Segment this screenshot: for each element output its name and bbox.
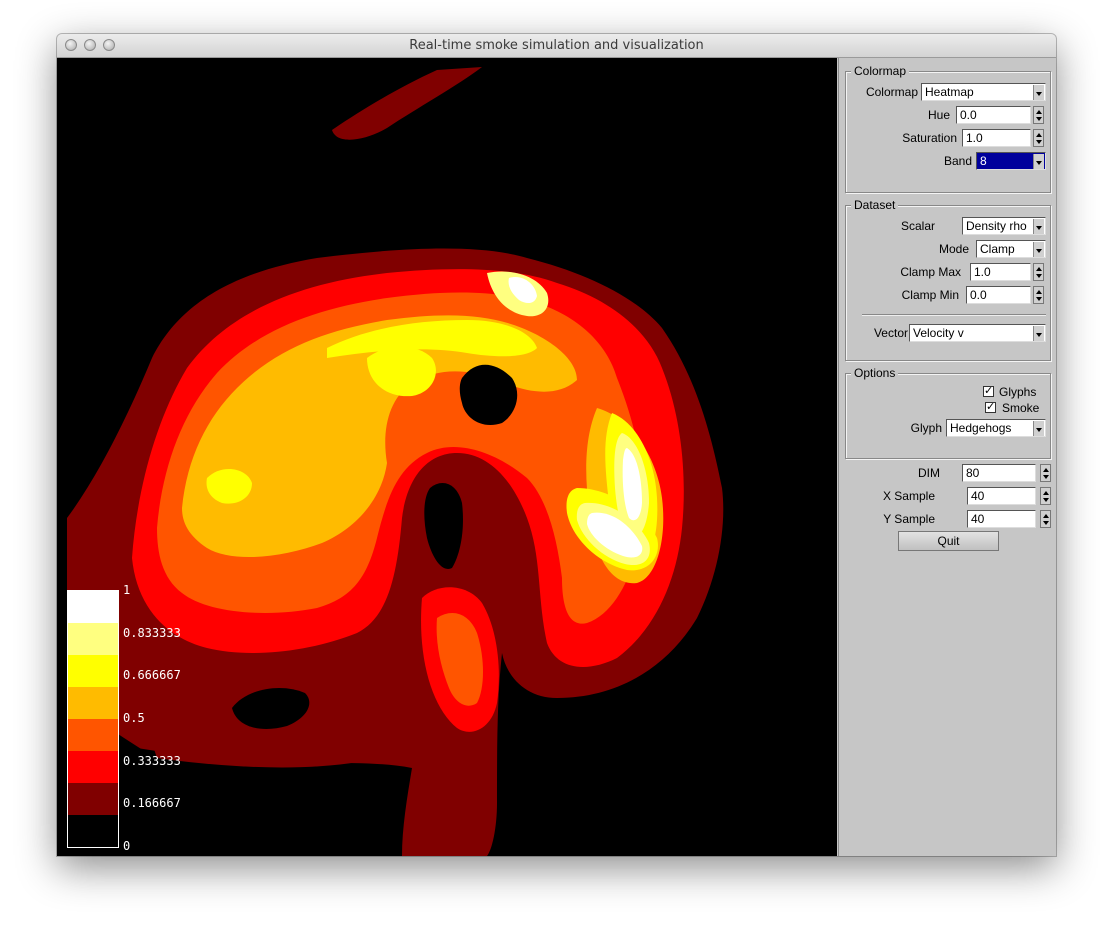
band-label: Band	[943, 154, 972, 168]
control-panel: Colormap Colormap Heatmap Hue 0.0 Satura…	[838, 58, 1056, 856]
mode-select[interactable]: Clamp	[976, 240, 1046, 258]
up-arrow-icon	[1043, 468, 1049, 472]
saturation-label: Saturation	[902, 131, 957, 145]
clamp-min-field[interactable]: 0.0	[966, 286, 1031, 304]
checkmark-icon: ✓	[986, 401, 996, 413]
mode-select-value: Clamp	[980, 242, 1015, 256]
legend-tick-label: 0.833333	[123, 625, 181, 640]
hue-field[interactable]: 0.0	[956, 106, 1031, 124]
mode-label: Mode	[938, 242, 969, 256]
legend-tick-label: 0.666667	[123, 668, 181, 683]
chevron-down-icon	[1033, 85, 1044, 100]
legend-tick-label: 0.166667	[123, 796, 181, 811]
hue-label: Hue	[927, 108, 950, 122]
smoke-visualization-canvas[interactable]: 1 0.833333 0.666667 0.5 0.333333 0.166667 0	[57, 58, 837, 856]
legend-band-swatch	[68, 623, 118, 655]
up-arrow-icon	[1043, 491, 1049, 495]
smoke-density-field	[57, 58, 837, 856]
legend-band-swatch	[68, 719, 118, 751]
colormap-select[interactable]: Heatmap	[921, 83, 1046, 101]
scalar-select[interactable]: Density rho	[962, 217, 1046, 235]
dataset-group-title: Dataset	[851, 198, 899, 212]
legend-band-swatch	[68, 751, 118, 783]
chevron-down-icon	[1033, 421, 1044, 436]
x-sample-stepper[interactable]	[1040, 487, 1051, 505]
chevron-down-icon	[1033, 154, 1044, 169]
saturation-field[interactable]: 1.0	[962, 129, 1031, 147]
chevron-down-icon	[1033, 242, 1044, 257]
up-arrow-icon	[1036, 110, 1042, 114]
colormap-label: Colormap	[865, 85, 918, 99]
scalar-select-value: Density rho	[966, 219, 1027, 233]
hue-stepper[interactable]	[1033, 106, 1044, 124]
down-arrow-icon	[1043, 475, 1049, 479]
legend-band-swatch	[68, 655, 118, 687]
y-sample-field[interactable]: 40	[967, 510, 1036, 528]
dim-field[interactable]: 80	[962, 464, 1036, 482]
glyph-type-select[interactable]: Hedgehogs	[946, 419, 1046, 437]
smoke-label: Smoke	[1002, 401, 1040, 415]
down-arrow-icon	[1036, 117, 1042, 121]
down-arrow-icon	[1036, 274, 1042, 278]
vector-select-value: Velocity v	[913, 326, 964, 340]
band-select[interactable]: 8	[976, 152, 1046, 170]
clamp-min-label: Clamp Min	[901, 288, 959, 302]
legend-band-swatch	[68, 591, 118, 623]
clamp-max-stepper[interactable]	[1033, 263, 1044, 281]
legend-band-swatch	[68, 783, 118, 815]
up-arrow-icon	[1036, 290, 1042, 294]
y-sample-stepper[interactable]	[1040, 510, 1051, 528]
legend-band-swatch	[68, 687, 118, 719]
title-bar[interactable]: Real-time smoke simulation and visualiza…	[57, 34, 1056, 58]
band-select-value: 8	[980, 154, 987, 168]
smoke-checkbox[interactable]: ✓	[985, 402, 996, 413]
up-arrow-icon	[1043, 514, 1049, 518]
clamp-max-field[interactable]: 1.0	[970, 263, 1031, 281]
options-group-title: Options	[851, 366, 899, 380]
glyph-type-label: Glyph	[910, 421, 942, 435]
colormap-group: Colormap Colormap Heatmap Hue 0.0 Satura…	[845, 64, 1051, 193]
saturation-stepper[interactable]	[1033, 129, 1044, 147]
glyphs-checkbox[interactable]: ✓	[983, 386, 994, 397]
legend-tick-label: 0.5	[123, 711, 145, 725]
up-arrow-icon	[1036, 133, 1042, 137]
legend-tick-label: 0	[123, 839, 131, 853]
dataset-separator	[862, 314, 1046, 316]
chevron-down-icon	[1033, 219, 1044, 234]
vector-select[interactable]: Velocity v	[909, 324, 1046, 342]
clamp-max-label: Clamp Max	[900, 265, 961, 279]
legend-band-swatch	[68, 815, 118, 847]
vector-label: Vector	[873, 326, 908, 340]
colormap-legend	[67, 590, 119, 848]
legend-tick-label: 1	[123, 583, 131, 597]
up-arrow-icon	[1036, 267, 1042, 271]
dim-label: DIM	[918, 466, 940, 480]
options-group: Options ✓ Glyphs ✓ Smoke Glyph Hedgehogs	[845, 366, 1051, 459]
window-title: Real-time smoke simulation and visualiza…	[409, 38, 704, 53]
dataset-group: Dataset Scalar Density rho Mode Clamp Cl…	[845, 198, 1051, 361]
dim-stepper[interactable]	[1040, 464, 1051, 482]
down-arrow-icon	[1043, 498, 1049, 502]
clamp-min-stepper[interactable]	[1033, 286, 1044, 304]
down-arrow-icon	[1043, 521, 1049, 525]
down-arrow-icon	[1036, 140, 1042, 144]
x-sample-field[interactable]: 40	[967, 487, 1036, 505]
chevron-down-icon	[1033, 326, 1044, 341]
app-window: Real-time smoke simulation and visualiza…	[57, 34, 1056, 856]
legend-tick-label: 0.333333	[123, 753, 181, 768]
x-sample-label: X Sample	[882, 489, 935, 503]
quit-button[interactable]: Quit	[898, 531, 999, 551]
y-sample-label: Y Sample	[883, 512, 935, 526]
colormap-group-title: Colormap	[851, 64, 910, 78]
scalar-label: Scalar	[900, 219, 935, 233]
down-arrow-icon	[1036, 297, 1042, 301]
glyph-type-select-value: Hedgehogs	[950, 421, 1012, 435]
checkmark-icon: ✓	[984, 385, 994, 397]
colormap-select-value: Heatmap	[925, 85, 974, 99]
